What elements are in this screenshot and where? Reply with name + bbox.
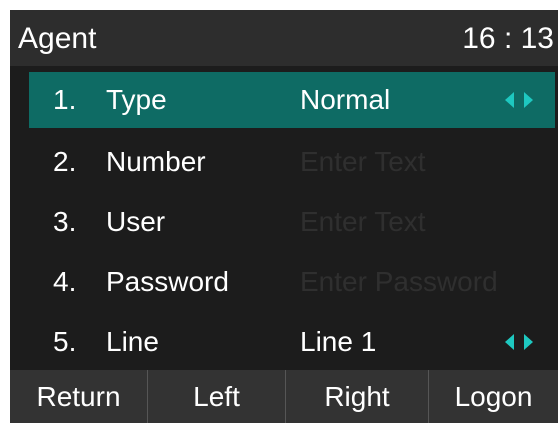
row-number: 1. (53, 84, 77, 115)
status-bar: Agent 16 : 13 (10, 10, 558, 66)
left-right-arrows-icon[interactable] (503, 89, 535, 111)
row-label: User (106, 206, 166, 237)
type-selector[interactable]: Normal (300, 82, 390, 118)
row-number-field[interactable]: 2. Number Enter Text (29, 134, 555, 190)
logon-softkey[interactable]: Logon (429, 370, 558, 423)
row-label: Number (106, 146, 206, 177)
left-softkey[interactable]: Left (148, 370, 285, 423)
row-number: 3. (53, 206, 77, 237)
page-title: Agent (18, 22, 97, 55)
number-input[interactable]: Enter Text (300, 144, 426, 180)
row-label: Line (106, 326, 159, 357)
row-password[interactable]: 4. Password Enter Password (29, 254, 555, 310)
agent-form: 1. Type Normal 2. Number Enter Text 3. U… (10, 66, 558, 370)
softkey-bar: Return Left Right Logon (10, 370, 558, 423)
phone-screen: Agent 16 : 13 1. Type Normal 2. Number E… (10, 10, 558, 423)
password-input[interactable]: Enter Password (300, 264, 498, 300)
left-right-arrows-icon[interactable] (503, 331, 535, 353)
row-number: 2. (53, 146, 77, 177)
user-input[interactable]: Enter Text (300, 204, 426, 240)
right-softkey[interactable]: Right (286, 370, 428, 423)
row-number: 4. (53, 266, 77, 297)
line-selector[interactable]: Line 1 (300, 324, 376, 360)
row-type[interactable]: 1. Type Normal (29, 72, 555, 128)
return-softkey[interactable]: Return (10, 370, 147, 423)
row-label: Type (106, 84, 167, 115)
clock: 16 : 13 (462, 22, 554, 55)
row-label: Password (106, 266, 229, 297)
row-number: 5. (53, 326, 77, 357)
row-line[interactable]: 5. Line Line 1 (29, 314, 555, 370)
row-user[interactable]: 3. User Enter Text (29, 194, 555, 250)
